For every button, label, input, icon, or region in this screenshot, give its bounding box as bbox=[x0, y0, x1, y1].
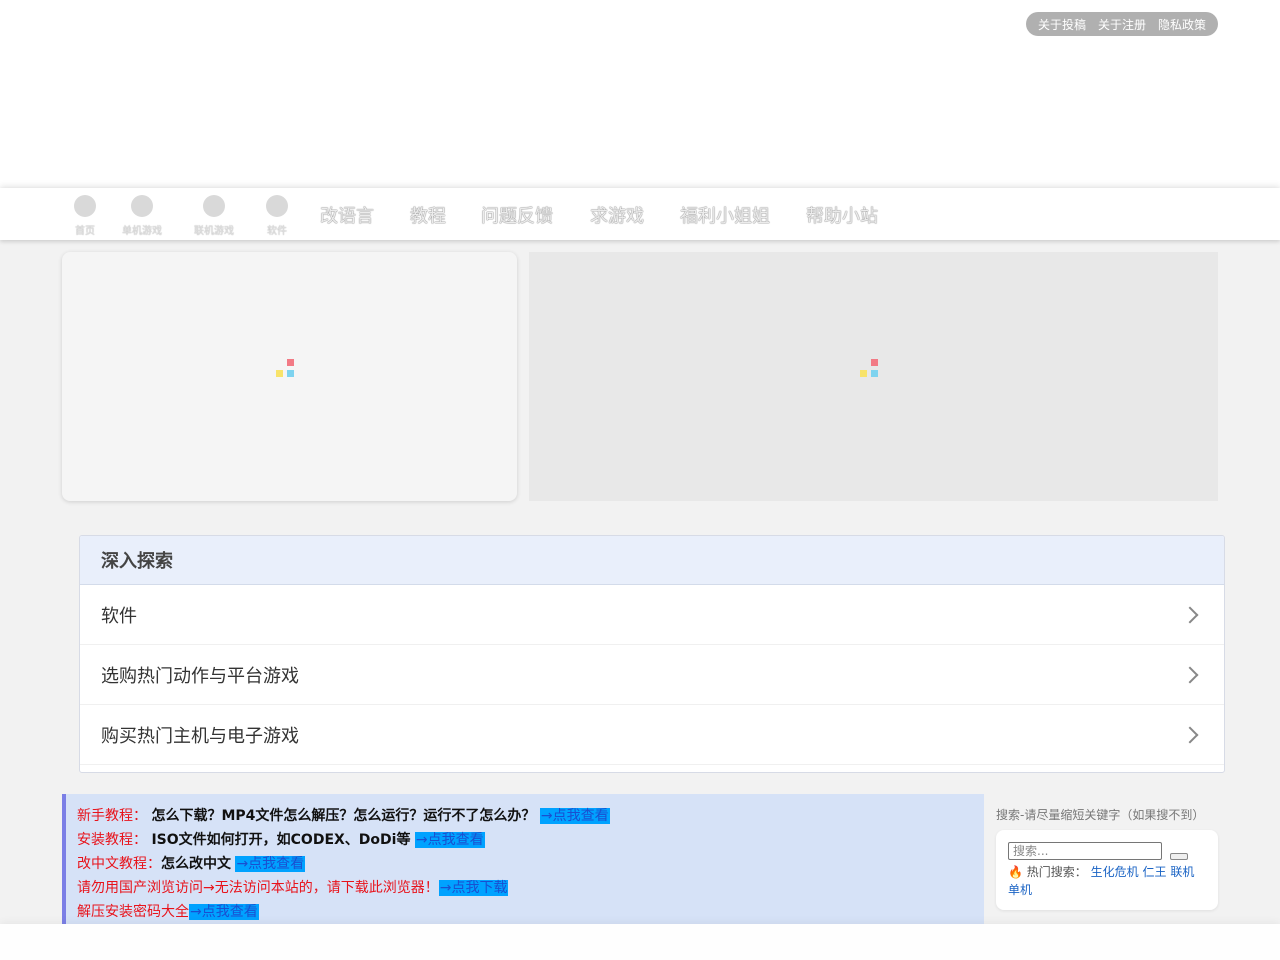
loading-icon bbox=[859, 359, 881, 381]
nav-online-game[interactable]: 联机游戏 bbox=[194, 195, 234, 237]
hot-keyword[interactable]: 单机 bbox=[1008, 883, 1032, 897]
carousel-left[interactable] bbox=[62, 252, 517, 501]
hot-keyword[interactable]: 仁王 bbox=[1142, 865, 1166, 879]
notice-label: 安装教程： bbox=[77, 832, 147, 848]
nav-online-game-label: 联机游戏 bbox=[194, 226, 234, 237]
tutorial-notice: 新手教程： 怎么下载？MP4文件怎么解压？怎么运行？运行不了怎么办？ →点我查看… bbox=[62, 794, 984, 924]
nav-single-game-label: 单机游戏 bbox=[122, 226, 162, 237]
software-icon bbox=[266, 195, 288, 217]
hot-keyword[interactable]: 生化危机 bbox=[1091, 865, 1139, 879]
nav-home-label: 首页 bbox=[75, 226, 95, 237]
chevron-right-icon bbox=[1181, 606, 1199, 623]
notice-line: 请勿用国产浏览访问→无法访问本站的，请下载此浏览器！→点我下载 bbox=[77, 876, 984, 900]
explore-item-software[interactable]: 软件 bbox=[80, 585, 1224, 645]
notice-text: 怎么下载？MP4文件怎么解压？怎么运行？运行不了怎么办？ bbox=[151, 808, 536, 824]
search-input[interactable] bbox=[1008, 842, 1162, 860]
link-privacy[interactable]: 隐私政策 bbox=[1158, 16, 1206, 33]
explore-panel: 深入探索 软件 选购热门动作与平台游戏 购买热门主机与电子游戏 bbox=[79, 535, 1225, 773]
nav-welfare[interactable]: 福利小姐姐 bbox=[680, 202, 770, 228]
nav-software-label: 软件 bbox=[267, 226, 287, 237]
carousel-right[interactable] bbox=[529, 252, 1218, 501]
notice-link[interactable]: →点我查看 bbox=[235, 856, 306, 872]
site-header: 关于投稿 关于注册 隐私政策 bbox=[0, 0, 1280, 188]
notice-line: 安装教程： ISO文件如何打开，如CODEX、DoDi等 →点我查看 bbox=[77, 828, 984, 852]
notice-link[interactable]: →点我查看 bbox=[539, 808, 610, 824]
notice-line: 新手教程： 怎么下载？MP4文件怎么解压？怎么运行？运行不了怎么办？ →点我查看 bbox=[77, 804, 984, 828]
notice-link[interactable]: →点我下载 bbox=[438, 880, 509, 896]
bottom-overlay-bar bbox=[0, 924, 1280, 960]
chevron-right-icon bbox=[1181, 726, 1199, 743]
chevron-right-icon bbox=[1181, 666, 1199, 683]
nav-tutorial[interactable]: 教程 bbox=[410, 202, 446, 228]
hot-keyword[interactable]: 联机 bbox=[1170, 865, 1194, 879]
search-title: 搜索-请尽量缩短关键字（如果搜不到） bbox=[996, 808, 1205, 822]
link-submit[interactable]: 关于投稿 bbox=[1038, 16, 1086, 33]
search-button[interactable] bbox=[1170, 853, 1188, 860]
top-links-bar: 关于投稿 关于注册 隐私政策 bbox=[1026, 12, 1218, 36]
notice-label: 新手教程： bbox=[77, 808, 147, 824]
single-game-icon bbox=[131, 195, 153, 217]
nav-single-game[interactable]: 单机游戏 bbox=[122, 195, 162, 237]
online-game-icon bbox=[203, 195, 225, 217]
nav-feedback[interactable]: 问题反馈 bbox=[481, 202, 553, 228]
main-nav: 首页 单机游戏 联机游戏 软件 改语言 教程 问题反馈 求游戏 福利小姐姐 帮助… bbox=[0, 188, 1280, 240]
nav-request-game[interactable]: 求游戏 bbox=[590, 202, 644, 228]
search-widget: 🔥 热门搜索： 生化危机 仁王 联机 单机 bbox=[996, 830, 1218, 910]
hot-search-label: 热门搜索： bbox=[1026, 865, 1087, 879]
notice-label: 解压安装密码大全 bbox=[77, 904, 189, 920]
notice-text: 怎么改中文 bbox=[161, 856, 231, 872]
notice-label: 改中文教程： bbox=[77, 856, 161, 872]
link-register[interactable]: 关于注册 bbox=[1098, 16, 1146, 33]
notice-line: 改中文教程：怎么改中文 →点我查看 bbox=[77, 852, 984, 876]
notice-link[interactable]: →点我查看 bbox=[189, 904, 259, 920]
nav-home[interactable]: 首页 bbox=[74, 195, 96, 237]
home-icon bbox=[74, 195, 96, 217]
explore-item-label: 选购热门动作与平台游戏 bbox=[101, 665, 299, 687]
nav-change-language[interactable]: 改语言 bbox=[320, 202, 374, 228]
notice-label: 请勿用国产浏览访问→无法访问本站的，请下载此浏览器！ bbox=[77, 880, 439, 896]
notice-line: 解压安装密码大全→点我查看 bbox=[77, 900, 984, 924]
nav-software[interactable]: 软件 bbox=[266, 195, 288, 237]
explore-item-label: 购买热门主机与电子游戏 bbox=[101, 725, 299, 747]
explore-item-console-games[interactable]: 购买热门主机与电子游戏 bbox=[80, 705, 1224, 765]
explore-title: 深入探索 bbox=[80, 536, 1224, 585]
explore-item-action-games[interactable]: 选购热门动作与平台游戏 bbox=[80, 645, 1224, 705]
notice-text: ISO文件如何打开，如CODEX、DoDi等 bbox=[151, 832, 411, 848]
fire-icon: 🔥 bbox=[1008, 865, 1023, 879]
nav-help[interactable]: 帮助小站 bbox=[806, 202, 878, 228]
hot-search: 🔥 热门搜索： 生化危机 仁王 联机 单机 bbox=[1008, 863, 1208, 899]
loading-icon bbox=[275, 359, 297, 381]
notice-link[interactable]: →点我查看 bbox=[414, 832, 485, 848]
explore-item-label: 软件 bbox=[101, 605, 137, 627]
